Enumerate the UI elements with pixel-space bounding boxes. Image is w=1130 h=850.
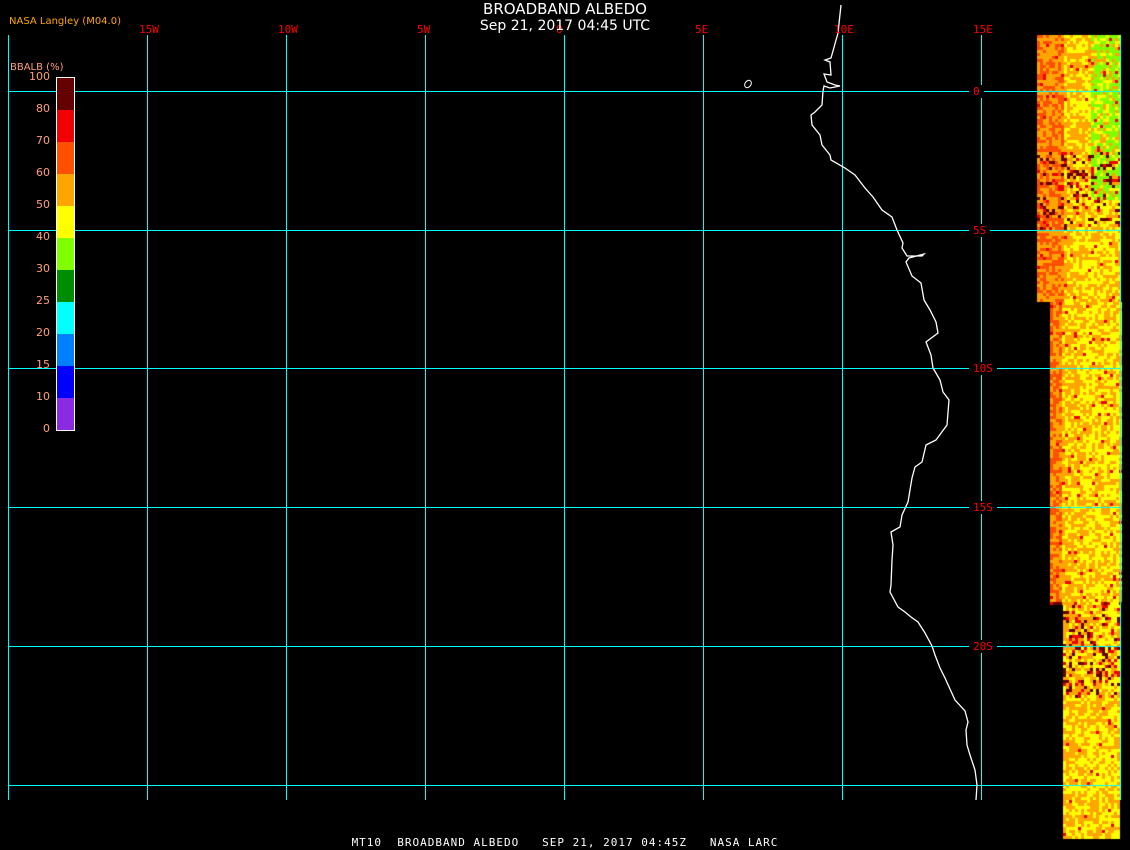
latitude-label: 15S (969, 501, 997, 514)
color-scale-segment (57, 174, 74, 206)
longitude-label: 0 (556, 23, 563, 36)
albedo-satellite-swath (0, 0, 1130, 850)
color-scale-bar (56, 77, 75, 431)
credit-label: NASA Langley (M04.0) (9, 16, 121, 27)
color-scale-segment (57, 366, 74, 398)
legend-tick-label: 80 (36, 102, 50, 115)
color-scale-segment (57, 238, 74, 270)
color-scale-segment (57, 78, 74, 110)
latitude-label: 20S (969, 640, 997, 653)
longitude-label: 15E (973, 23, 993, 36)
latitude-label: 0 (969, 85, 984, 98)
longitude-label: 10E (834, 23, 854, 36)
latitude-label: 10S (969, 362, 997, 375)
color-scale-segment (57, 206, 74, 238)
color-scale-segment (57, 302, 74, 334)
longitude-label: 15W (139, 23, 159, 36)
color-scale-segment (57, 270, 74, 302)
legend-tick-label: 100 (29, 70, 50, 83)
color-scale-segment (57, 142, 74, 174)
footer-caption: MT10 BROADBAND ALBEDO SEP 21, 2017 04:45… (351, 836, 779, 849)
longitude-label: 5E (695, 23, 709, 36)
color-scale-segment (57, 110, 74, 142)
color-scale-segment (57, 334, 74, 366)
legend-tick-label: 25 (36, 294, 50, 307)
legend-tick-label: 0 (43, 422, 50, 435)
latitude-label: 5S (969, 224, 991, 237)
legend-tick-label: 40 (36, 230, 50, 243)
legend-tick-label: 60 (36, 166, 50, 179)
longitude-label: 10W (278, 23, 298, 36)
legend-tick-label: 20 (36, 326, 50, 339)
legend-tick-label: 50 (36, 198, 50, 211)
legend-tick-label: 15 (36, 358, 50, 371)
longitude-label: 5W (417, 23, 431, 36)
legend-tick-label: 70 (36, 134, 50, 147)
legend-tick-label: 30 (36, 262, 50, 275)
legend-tick-label: 10 (36, 390, 50, 403)
color-scale-segment (57, 398, 74, 430)
